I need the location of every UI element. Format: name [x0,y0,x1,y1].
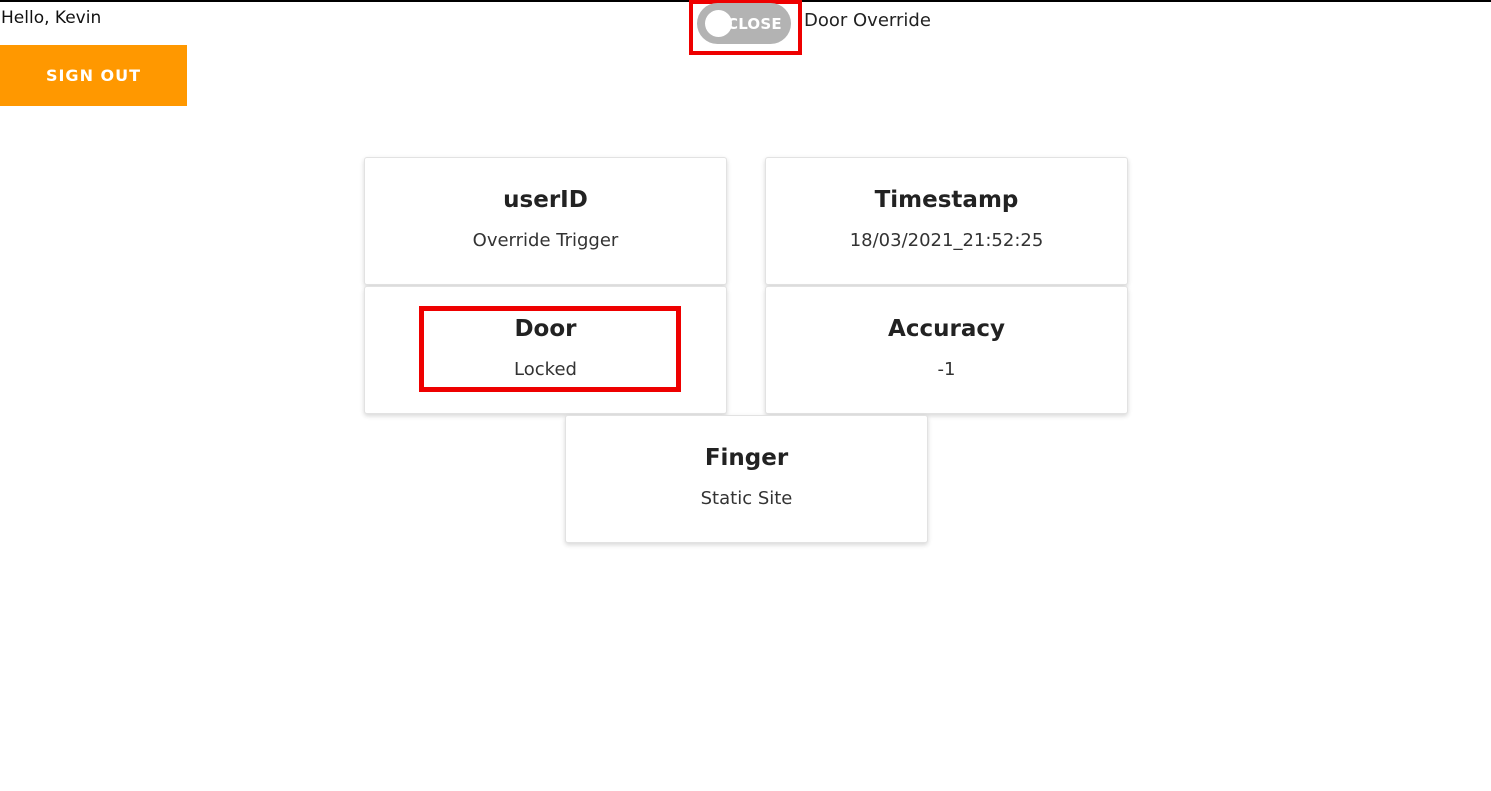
card-finger: Finger Static Site [565,415,928,543]
greeting-text: Hello, Kevin [1,8,102,28]
card-value: Override Trigger [472,230,619,251]
card-timestamp: Timestamp 18/03/2021_21:52:25 [765,157,1128,285]
card-accuracy: Accuracy -1 [765,286,1128,414]
toggle-state-text: CLOSE [727,15,782,33]
door-override-toggle[interactable]: CLOSE [697,3,791,44]
sign-out-button[interactable]: SIGN OUT [0,45,187,106]
door-override-label: Door Override [804,10,931,31]
card-title: Accuracy [888,316,1005,342]
card-value: Static Site [700,488,793,509]
card-userid: userID Override Trigger [364,157,727,285]
card-value: 18/03/2021_21:52:25 [849,230,1044,251]
card-title: Timestamp [874,187,1019,213]
card-title: Finger [704,445,789,471]
card-title: userID [503,187,588,213]
card-value: -1 [937,359,956,380]
door-highlight-box [419,306,681,392]
